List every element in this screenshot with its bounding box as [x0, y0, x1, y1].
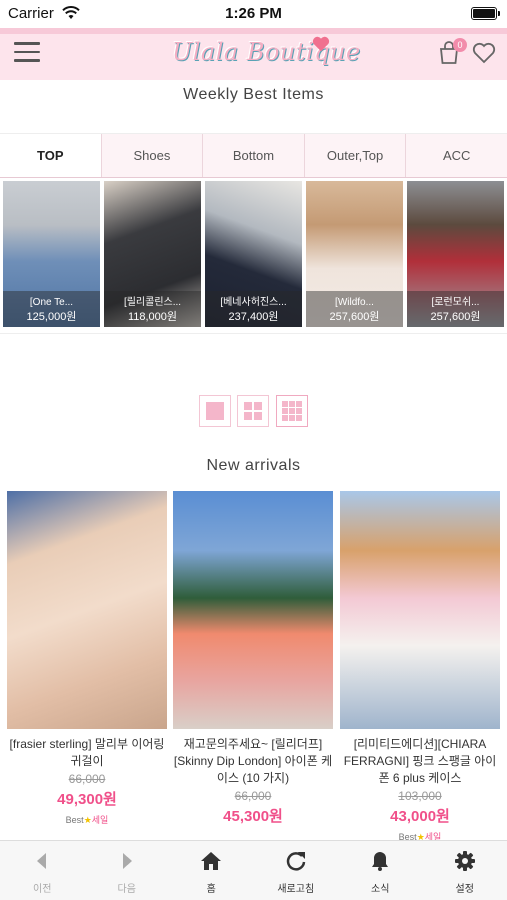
best-item-name: [Wildfo...: [335, 297, 374, 308]
gear-icon: [454, 851, 475, 871]
product-photo: [7, 491, 167, 729]
weekly-best-title: Weekly Best Items: [183, 86, 324, 103]
nav-refresh-button[interactable]: 새로고침: [254, 841, 339, 900]
tab-acc[interactable]: ACC: [405, 134, 507, 177]
product-original-price: 103,000: [398, 789, 442, 803]
category-tabs: TOP Shoes Bottom Outer,Top ACC: [0, 133, 507, 178]
product-photo: [173, 491, 333, 729]
product-sale-price: 49,300원: [57, 791, 117, 808]
product-name: [리미티드에디션][CHIARA FERRAGNI] 핑크 스팽글 아이폰 6 …: [343, 737, 497, 785]
weekly-best-list: [One Te... 125,000원 [릴리콜린스... 118,000원 […: [0, 181, 507, 327]
product-photo: [340, 491, 500, 729]
best-sale-badge: Best★세일: [65, 815, 109, 825]
best-item-name: [로런모쉬...: [431, 297, 480, 308]
nav-forward-button[interactable]: 다음: [85, 841, 170, 900]
best-item-name: [베네사허진스...: [220, 297, 287, 308]
product-original-price: 66,000: [68, 772, 106, 786]
star-icon: ★: [83, 815, 92, 825]
best-item[interactable]: [Wildfo... 257,600원: [306, 181, 403, 327]
nav-back-button[interactable]: 이전: [0, 841, 85, 900]
best-item-price: 237,400원: [228, 311, 279, 323]
view-single-column-button[interactable]: [199, 395, 231, 427]
product-sale-price: 43,000원: [390, 808, 450, 825]
product-card[interactable]: [frasier sterling] 말리부 이어링 귀걸이 66,000 49…: [7, 491, 167, 826]
heart-logo-icon: [312, 36, 330, 52]
product-card[interactable]: 재고문의주세요~ [릴리더프][Skinny Dip London] 아이폰 케…: [173, 491, 333, 826]
nav-settings-button[interactable]: 설정: [423, 841, 507, 900]
best-item-name: [릴리콜린스...: [123, 297, 182, 308]
product-name: [frasier sterling] 말리부 이어링 귀걸이: [9, 737, 165, 768]
product-original-price: 66,000: [234, 789, 272, 803]
back-icon: [37, 853, 47, 869]
home-icon: [201, 852, 222, 870]
best-item[interactable]: [로런모쉬... 257,600원: [407, 181, 504, 327]
tab-top[interactable]: TOP: [0, 134, 101, 177]
tab-shoes[interactable]: Shoes: [100, 134, 203, 177]
view-three-column-button[interactable]: [276, 395, 308, 427]
best-item-price: 257,600원: [329, 311, 380, 323]
refresh-icon: [286, 852, 305, 871]
product-sale-price: 45,300원: [223, 808, 283, 825]
app-header: Ulala Boutique 0: [0, 28, 507, 80]
forward-icon: [122, 853, 132, 869]
tab-outer-top[interactable]: Outer,Top: [303, 134, 406, 177]
product-card[interactable]: [리미티드에디션][CHIARA FERRAGNI] 핑크 스팽글 아이폰 6 …: [340, 491, 500, 843]
best-item-price: 257,600원: [430, 311, 481, 323]
section-divider: [0, 333, 507, 334]
new-arrivals-title: New arrivals: [206, 457, 301, 474]
nav-news-button[interactable]: 소식: [338, 841, 423, 900]
best-item-price: 125,000원: [26, 311, 77, 323]
best-item-price: 118,000원: [127, 311, 178, 323]
bell-icon: [372, 852, 389, 871]
best-item[interactable]: [베네사허진스... 237,400원: [205, 181, 302, 327]
hamburger-menu-icon[interactable]: [14, 42, 40, 64]
view-two-column-button[interactable]: [237, 395, 269, 427]
wishlist-heart-icon[interactable]: [472, 42, 496, 64]
brand-logo[interactable]: Ulala Boutique: [172, 38, 361, 66]
best-item[interactable]: [릴리콜린스... 118,000원: [104, 181, 201, 327]
battery-icon: [471, 7, 500, 20]
clock: 1:26 PM: [225, 5, 282, 22]
best-item[interactable]: [One Te... 125,000원: [3, 181, 100, 327]
tab-bottom[interactable]: Bottom: [202, 134, 304, 177]
product-name: 재고문의주세요~ [릴리더프][Skinny Dip London] 아이폰 케…: [173, 737, 333, 785]
status-bar: Carrier 1:26 PM: [0, 0, 507, 28]
bottom-navigation: 이전 다음 홈 새로고침 소식 설정: [0, 840, 507, 900]
best-item-name: [One Te...: [29, 297, 74, 308]
cart-count-badge: 0: [453, 38, 467, 52]
nav-home-button[interactable]: 홈: [169, 841, 254, 900]
